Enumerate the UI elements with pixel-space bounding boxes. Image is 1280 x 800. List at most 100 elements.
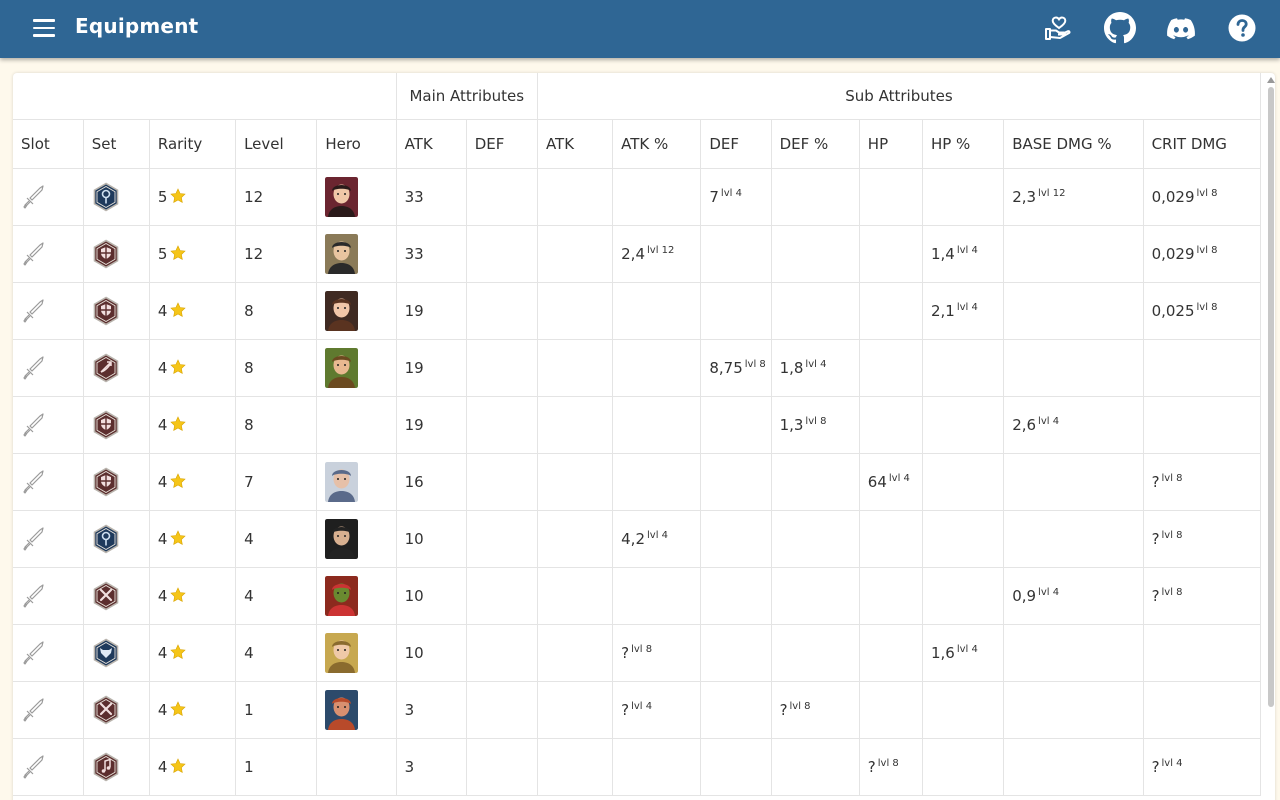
- sub-atk-pct-cell: [612, 168, 702, 226]
- donate-hand-heart-icon[interactable]: [1043, 13, 1073, 43]
- github-icon[interactable]: [1104, 12, 1136, 44]
- sub-base-dmg-cell: 2,6 lvl 4: [1003, 396, 1144, 454]
- equipment-table: Main Attributes Sub Attributes Slot Set Ra…: [13, 73, 1262, 796]
- sub-hp-cell: [859, 567, 923, 625]
- attribute-value: 19: [404, 358, 424, 377]
- sub-hp-pct-cell: 1,4 lvl 4: [922, 225, 1005, 283]
- attribute-value: ?: [779, 700, 788, 719]
- level-cell: 4: [235, 510, 318, 568]
- rarity-value: 4: [157, 586, 168, 605]
- menu-icon[interactable]: [33, 18, 55, 38]
- column-header[interactable]: Rarity: [149, 119, 237, 169]
- hero-avatar: [325, 347, 395, 388]
- column-header[interactable]: BASE DMG %: [1003, 119, 1144, 169]
- sub-def-cell: [700, 681, 772, 739]
- hero-cell: [316, 396, 397, 454]
- table-row[interactable]: 4 8 19 2,1 lvl 4 0,025 lvl 8: [13, 282, 1262, 340]
- sub-atk-pct-cell: 2,4 lvl 12: [612, 225, 702, 283]
- table-row[interactable]: 4 1 3? lvl 4? lvl 8: [13, 681, 1262, 739]
- discord-icon[interactable]: [1167, 14, 1195, 44]
- table-row[interactable]: 4 8 19 8,75 lvl 8 1,8 lvl 4: [13, 339, 1262, 397]
- sub-def-cell: [700, 510, 772, 568]
- group-header-sub-attributes: Sub Attributes: [537, 73, 1262, 120]
- table-row[interactable]: 5 12 33 7 lvl 4 2,3 lvl 12 0,029 lvl 8: [13, 168, 1262, 226]
- star-icon: [167, 244, 187, 263]
- rarity-value: 4: [157, 643, 168, 662]
- slot-cell: [13, 510, 84, 568]
- sub-atk-cell: [537, 282, 614, 340]
- column-header[interactable]: DEF %: [771, 119, 860, 169]
- hero-cell: [316, 624, 397, 682]
- scroll-up-arrow-icon[interactable]: [1267, 77, 1275, 83]
- sub-atk-pct-cell: [612, 453, 702, 511]
- vertical-scrollbar[interactable]: [1267, 77, 1275, 777]
- level-cell: 7: [235, 453, 318, 511]
- sub-def-pct-cell: [771, 453, 860, 511]
- sub-atk-pct-cell: ? lvl 8: [612, 624, 702, 682]
- column-header[interactable]: Set: [83, 119, 150, 169]
- sub-crit-cell: [1143, 396, 1262, 454]
- table-row[interactable]: 5 12 33 2,4 lvl 12 1,4 lvl 4 0,029 lvl 8: [13, 225, 1262, 283]
- upgrade-level-label: lvl 8: [631, 643, 653, 655]
- main-atk-cell: 16: [396, 453, 467, 511]
- shield-set-icon: [92, 467, 149, 497]
- column-header[interactable]: HP %: [922, 119, 1005, 169]
- sub-base-dmg-cell: [1003, 624, 1144, 682]
- upgrade-level-label: lvl 4: [1038, 415, 1060, 427]
- sub-def-cell: [700, 567, 772, 625]
- attribute-value: 16: [404, 472, 424, 491]
- chain-set-icon: [92, 182, 149, 212]
- rarity-cell: 4: [149, 453, 237, 511]
- star-icon: [167, 586, 187, 605]
- column-header[interactable]: DEF: [700, 119, 772, 169]
- column-header[interactable]: ATK: [396, 119, 467, 169]
- scroll-thumb[interactable]: [1268, 87, 1274, 707]
- table-row[interactable]: 4 4 10 4,2 lvl 4? lvl 8: [13, 510, 1262, 568]
- table-row[interactable]: 4 4 10? lvl 8 1,6 lvl 4: [13, 624, 1262, 682]
- attribute-value: 4,2: [621, 529, 645, 548]
- sub-hp-pct-cell: [922, 738, 1005, 796]
- column-header[interactable]: Slot: [13, 119, 84, 169]
- main-atk-cell: 19: [396, 339, 467, 397]
- rarity-value: 5: [157, 244, 168, 263]
- level-cell: 8: [235, 339, 318, 397]
- slot-cell: [13, 282, 84, 340]
- hero-cell: [316, 738, 397, 796]
- hero-cell: [316, 681, 397, 739]
- sub-hp-cell: [859, 339, 923, 397]
- set-cell: [83, 567, 150, 625]
- column-header[interactable]: DEF: [466, 119, 538, 169]
- rarity-cell: 4: [149, 339, 237, 397]
- star-icon: [167, 529, 187, 548]
- main-atk-cell: 33: [396, 168, 467, 226]
- table-row[interactable]: 4 8 19 1,3 lvl 8 2,6 lvl 4: [13, 396, 1262, 454]
- sub-def-pct-cell: [771, 225, 860, 283]
- column-header[interactable]: Hero: [316, 119, 397, 169]
- sword-icon: [21, 640, 82, 666]
- table-row[interactable]: 4 4 10 0,9 lvl 4? lvl 8: [13, 567, 1262, 625]
- column-header[interactable]: ATK %: [612, 119, 702, 169]
- column-header[interactable]: ATK: [537, 119, 614, 169]
- column-header[interactable]: CRIT DMG: [1143, 119, 1262, 169]
- attribute-value: 1,3: [779, 415, 804, 434]
- help-question-icon[interactable]: [1228, 14, 1256, 42]
- sub-def-cell: 8,75 lvl 8: [700, 339, 772, 397]
- sword-icon: [21, 697, 82, 723]
- star-icon: [167, 757, 187, 776]
- star-icon: [167, 415, 187, 434]
- table-row[interactable]: 4 7 16 64 lvl 4? lvl 8: [13, 453, 1262, 511]
- level-cell: 12: [235, 168, 318, 226]
- sword-icon: [21, 469, 82, 495]
- sword-icon: [21, 298, 82, 324]
- sub-hp-cell: [859, 510, 923, 568]
- hero-avatar: [325, 176, 395, 217]
- rarity-value: 4: [157, 529, 168, 548]
- column-header[interactable]: Level: [235, 119, 318, 169]
- shield-set-icon: [92, 239, 149, 269]
- sub-hp-pct-cell: [922, 396, 1005, 454]
- sub-def-cell: [700, 738, 772, 796]
- table-row[interactable]: 4 1 3? lvl 8? lvl 4: [13, 738, 1262, 796]
- column-header[interactable]: HP: [859, 119, 923, 169]
- upgrade-level-label: lvl 4: [888, 472, 910, 484]
- rarity-cell: 4: [149, 738, 237, 796]
